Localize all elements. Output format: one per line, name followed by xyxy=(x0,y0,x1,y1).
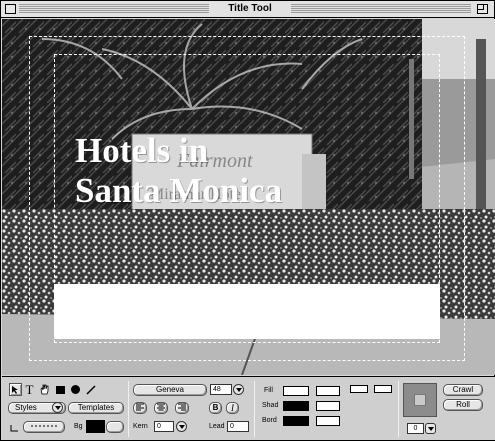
separator-2 xyxy=(254,381,255,437)
shadow-color-swatch[interactable] xyxy=(283,401,309,411)
line-style-button[interactable] xyxy=(23,421,65,433)
font-name-menu[interactable]: Geneva xyxy=(133,384,207,396)
selection-tool-icon[interactable] xyxy=(9,383,22,396)
hand-tool-icon[interactable] xyxy=(38,383,51,396)
align-center-button[interactable] xyxy=(154,402,168,414)
gradient-start-swatch[interactable] xyxy=(350,385,368,393)
title-bar[interactable]: Title Tool xyxy=(1,1,494,18)
border-alt-swatch[interactable] xyxy=(316,416,340,426)
border-label: Bord xyxy=(262,417,277,424)
control-panel: T Styles Templates Bg Geneva 48 B I Kern… xyxy=(2,376,495,440)
align-right-button[interactable] xyxy=(175,402,189,414)
rectangle-tool-icon[interactable] xyxy=(54,383,67,396)
font-name-value: Geneva xyxy=(155,385,185,394)
opacity-field[interactable]: 0 xyxy=(407,423,424,434)
align-left-button[interactable] xyxy=(133,402,147,414)
separator-1 xyxy=(128,381,129,437)
text-tool-icon[interactable]: T xyxy=(23,382,36,397)
preview-canvas[interactable]: Fairmont Miramar Hotel Hotels in Santa M… xyxy=(2,19,495,375)
kern-field[interactable]: 0 xyxy=(154,421,174,432)
close-box[interactable] xyxy=(5,4,16,14)
background-swatch-fill xyxy=(87,421,104,432)
font-size-field[interactable]: 48 xyxy=(210,384,232,395)
styles-dropdown-arrow-icon[interactable] xyxy=(52,402,63,413)
roll-button[interactable]: Roll xyxy=(443,399,483,411)
lead-field[interactable]: 0 xyxy=(227,421,249,432)
corner-alignment-icon[interactable] xyxy=(8,421,21,434)
fill-label: Fill xyxy=(264,387,273,394)
bg-label: Bg xyxy=(74,423,83,430)
oval-tool-icon[interactable] xyxy=(69,383,82,396)
title-tool-window: Title Tool Fairmont Miramar Hotel Hotels… xyxy=(0,0,495,441)
title-bar-stripes-right xyxy=(291,4,471,14)
fill-color-swatch[interactable] xyxy=(283,386,309,396)
zoom-box[interactable] xyxy=(477,4,488,14)
border-color-swatch[interactable] xyxy=(283,416,309,426)
background-mode-button[interactable] xyxy=(106,421,124,433)
opacity-preview[interactable] xyxy=(403,383,437,417)
fill-alt-swatch[interactable] xyxy=(316,386,340,396)
gradient-end-swatch[interactable] xyxy=(374,385,392,393)
title-line-1: Hotels in xyxy=(75,131,209,170)
opacity-stepper-icon[interactable] xyxy=(425,423,436,434)
italic-glyph: I xyxy=(231,403,234,413)
title-overlay-text[interactable]: Hotels in Santa Monica xyxy=(75,131,282,211)
kern-label: Kern xyxy=(133,423,148,430)
bold-button[interactable]: B xyxy=(209,402,222,414)
templates-button[interactable]: Templates xyxy=(68,402,124,414)
opacity-preview-square xyxy=(414,394,426,406)
white-rectangle-shape[interactable] xyxy=(54,284,440,339)
roll-label: Roll xyxy=(456,400,470,409)
separator-3 xyxy=(398,381,399,437)
templates-label: Templates xyxy=(77,403,115,412)
shadow-alt-swatch[interactable] xyxy=(316,401,340,411)
lead-label: Lead xyxy=(209,423,225,430)
bold-glyph: B xyxy=(212,403,219,412)
line-tool-icon[interactable] xyxy=(84,383,97,396)
title-line-2: Santa Monica xyxy=(75,171,283,210)
background-color-swatch[interactable] xyxy=(86,420,105,433)
font-size-dropdown-icon[interactable] xyxy=(233,384,244,395)
italic-button[interactable]: I xyxy=(226,402,239,414)
crawl-button[interactable]: Crawl xyxy=(443,384,483,396)
kern-dropdown-icon[interactable] xyxy=(176,421,187,432)
styles-label: Styles xyxy=(15,403,37,412)
shadow-label: Shad xyxy=(262,402,279,409)
crawl-label: Crawl xyxy=(452,385,474,394)
title-bar-stripes-left xyxy=(19,4,209,14)
window-title: Title Tool xyxy=(213,2,287,16)
